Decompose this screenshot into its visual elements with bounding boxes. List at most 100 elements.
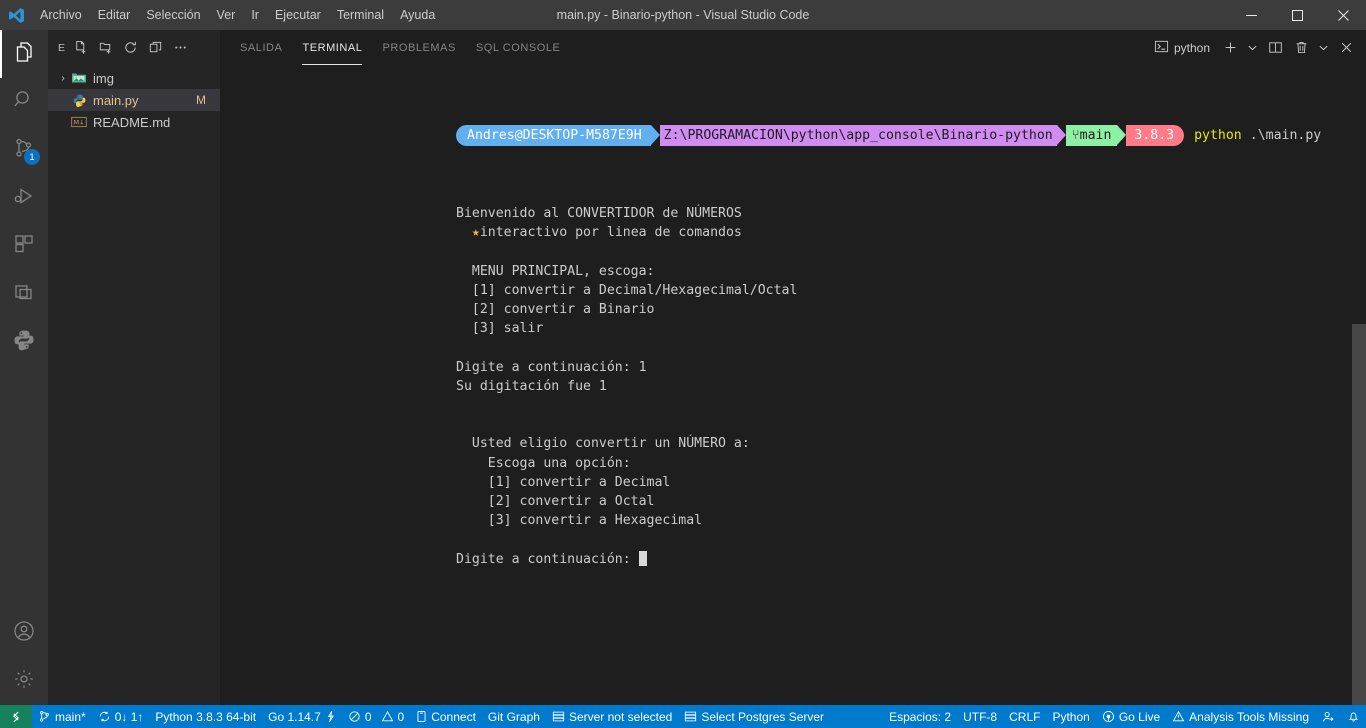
sidebar-item-extensions[interactable] — [0, 222, 48, 270]
tab-terminal[interactable]: TERMINAL — [292, 30, 372, 65]
sidebar-item-source-control[interactable]: 1 — [0, 126, 48, 174]
problems-status-button[interactable]: 0 0 — [342, 705, 410, 728]
tab-salida[interactable]: SALIDA — [230, 30, 292, 65]
eol-button[interactable]: CRLF — [1003, 705, 1046, 728]
menu-ejecutar[interactable]: Ejecutar — [267, 0, 329, 30]
menu-seleccion[interactable]: Selección — [138, 0, 208, 30]
warning-icon — [1172, 710, 1185, 723]
list-item[interactable]: M↓ README.md — [48, 111, 220, 133]
close-panel-button[interactable] — [1334, 36, 1358, 60]
encoding-button[interactable]: UTF-8 — [957, 705, 1003, 728]
close-button[interactable] — [1320, 0, 1366, 30]
select-postgres-server-button[interactable]: Select Postgres Server — [678, 705, 830, 728]
new-terminal-button[interactable] — [1218, 36, 1242, 60]
manage-settings-button[interactable] — [0, 657, 48, 705]
new-file-button[interactable] — [69, 37, 91, 59]
terminal-line: [3] convertir a Hexagecimal — [456, 513, 703, 529]
menu-archivo[interactable]: Archivo — [32, 0, 90, 30]
go-live-button[interactable]: Go Live — [1096, 705, 1166, 728]
terminal-line: Su digitación fue 1 — [456, 378, 607, 394]
run-and-debug-icon — [12, 184, 36, 213]
go-version-button[interactable]: Go 1.14.7 — [262, 705, 342, 728]
server-status-button[interactable]: Server not selected — [546, 705, 678, 728]
source-control-badge: 1 — [24, 149, 40, 165]
prompt-version-segment: 3.8.3 — [1126, 124, 1185, 146]
panel-tabs: SALIDA TERMINAL PROBLEMAS SQL CONSOLE — [230, 30, 570, 65]
maximize-button[interactable] — [1274, 0, 1320, 30]
error-count: 0 — [364, 709, 372, 724]
split-terminal-button[interactable] — [1263, 36, 1287, 60]
star-icon: ★ — [471, 225, 480, 241]
status-bar-right: Espacios: 2 UTF-8 CRLF Python Go Live An… — [883, 705, 1366, 728]
collapse-folders-button[interactable] — [144, 37, 166, 59]
sidebar-item-remote-explorer[interactable] — [0, 270, 48, 318]
sync-changes-label: 0↓ 1↑ — [114, 709, 144, 724]
kill-terminal-button[interactable] — [1289, 36, 1313, 60]
sidebar-item-run-debug[interactable] — [0, 174, 48, 222]
activity-bar-spacer — [0, 366, 48, 609]
new-terminal-dropdown-button[interactable] — [1244, 36, 1261, 60]
main-area: 1 E › img main.py M M↓ README.md SALIDA … — [0, 30, 1366, 705]
terminal-selector-dropdown[interactable]: python — [1148, 37, 1216, 59]
remote-explorer-icon — [12, 280, 36, 309]
list-item[interactable]: › img — [48, 67, 220, 89]
terminal-line: Usted eligio convertir un NÚMERO a: — [456, 436, 750, 452]
language-mode-button[interactable]: Python — [1046, 705, 1095, 728]
terminal-line: [1] convertir a Decimal — [456, 474, 671, 490]
accounts-button[interactable] — [0, 609, 48, 657]
gear-icon — [12, 667, 36, 696]
sidebar-item-explorer[interactable] — [0, 30, 48, 78]
analysis-tools-button[interactable]: Analysis Tools Missing — [1166, 705, 1315, 728]
files-icon — [12, 40, 36, 69]
chevron-right-icon[interactable]: › — [56, 73, 70, 84]
minimize-button[interactable] — [1228, 0, 1274, 30]
git-graph-button[interactable]: Git Graph — [482, 705, 546, 728]
terminal-scrollbar[interactable] — [1352, 324, 1366, 705]
live-share-button[interactable] — [1315, 705, 1341, 728]
server-icon — [684, 710, 697, 723]
new-folder-button[interactable] — [94, 37, 116, 59]
panel-area: SALIDA TERMINAL PROBLEMAS SQL CONSOLE py… — [220, 30, 1366, 705]
indentation-button[interactable]: Espacios: 2 — [883, 705, 957, 728]
tab-sql-console[interactable]: SQL CONSOLE — [466, 30, 571, 65]
refresh-explorer-button[interactable] — [119, 37, 141, 59]
file-tree: › img main.py M M↓ README.md — [48, 65, 220, 133]
terminal-line: Bienvenido al CONVERTIDOR de NÚMEROS — [456, 206, 742, 222]
sidebar-item-search[interactable] — [0, 78, 48, 126]
notifications-button[interactable] — [1341, 705, 1366, 728]
menu-ayuda[interactable]: Ayuda — [392, 0, 443, 30]
python-interpreter-button[interactable]: Python 3.8.3 64-bit — [149, 705, 262, 728]
terminal-view[interactable]: Andres@DESKTOP-M587E9H Z:\PROGRAMACION\p… — [220, 65, 1366, 705]
explorer-actions — [69, 37, 191, 59]
explorer-header: E — [48, 30, 220, 65]
menu-ir[interactable]: Ir — [243, 0, 267, 30]
terminal-cursor — [638, 550, 647, 566]
status-bar: main* 0↓ 1↑ Python 3.8.3 64-bit Go 1.14.… — [0, 705, 1366, 728]
remote-host-button[interactable] — [0, 705, 32, 728]
server-status-label: Server not selected — [568, 709, 673, 724]
menu-terminal[interactable]: Terminal — [329, 0, 392, 30]
markdown-file-icon: M↓ — [70, 114, 88, 130]
menu-editar[interactable]: Editar — [90, 0, 139, 30]
sidebar-item-python[interactable] — [0, 318, 48, 366]
list-item-label: README.md — [93, 114, 171, 130]
go-live-label: Go Live — [1118, 709, 1161, 724]
prompt-branch-segment: ⑂ main — [1065, 124, 1118, 146]
explorer-more-actions-button[interactable] — [169, 37, 191, 59]
python-icon — [12, 328, 36, 357]
terminal-line: ★interactivo por linea de comandos — [471, 225, 742, 241]
list-item[interactable]: main.py M — [48, 89, 220, 111]
branch-status-button[interactable]: main* — [32, 705, 92, 728]
explorer-sidebar: E › img main.py M M↓ README.md — [48, 30, 220, 705]
explorer-title: E — [58, 41, 66, 54]
go-icon — [325, 710, 336, 723]
terminal-lines: Bienvenido al CONVERTIDOR de NÚMEROS ★in… — [456, 204, 1366, 569]
tab-problemas[interactable]: PROBLEMAS — [372, 30, 465, 65]
menu-ver[interactable]: Ver — [209, 0, 244, 30]
python-file-icon — [70, 92, 88, 108]
connect-button[interactable]: Connect — [410, 705, 482, 728]
sync-changes-button[interactable]: 0↓ 1↑ — [92, 705, 150, 728]
connect-label: Connect — [431, 709, 476, 724]
panel-views-dropdown-button[interactable] — [1315, 36, 1332, 60]
